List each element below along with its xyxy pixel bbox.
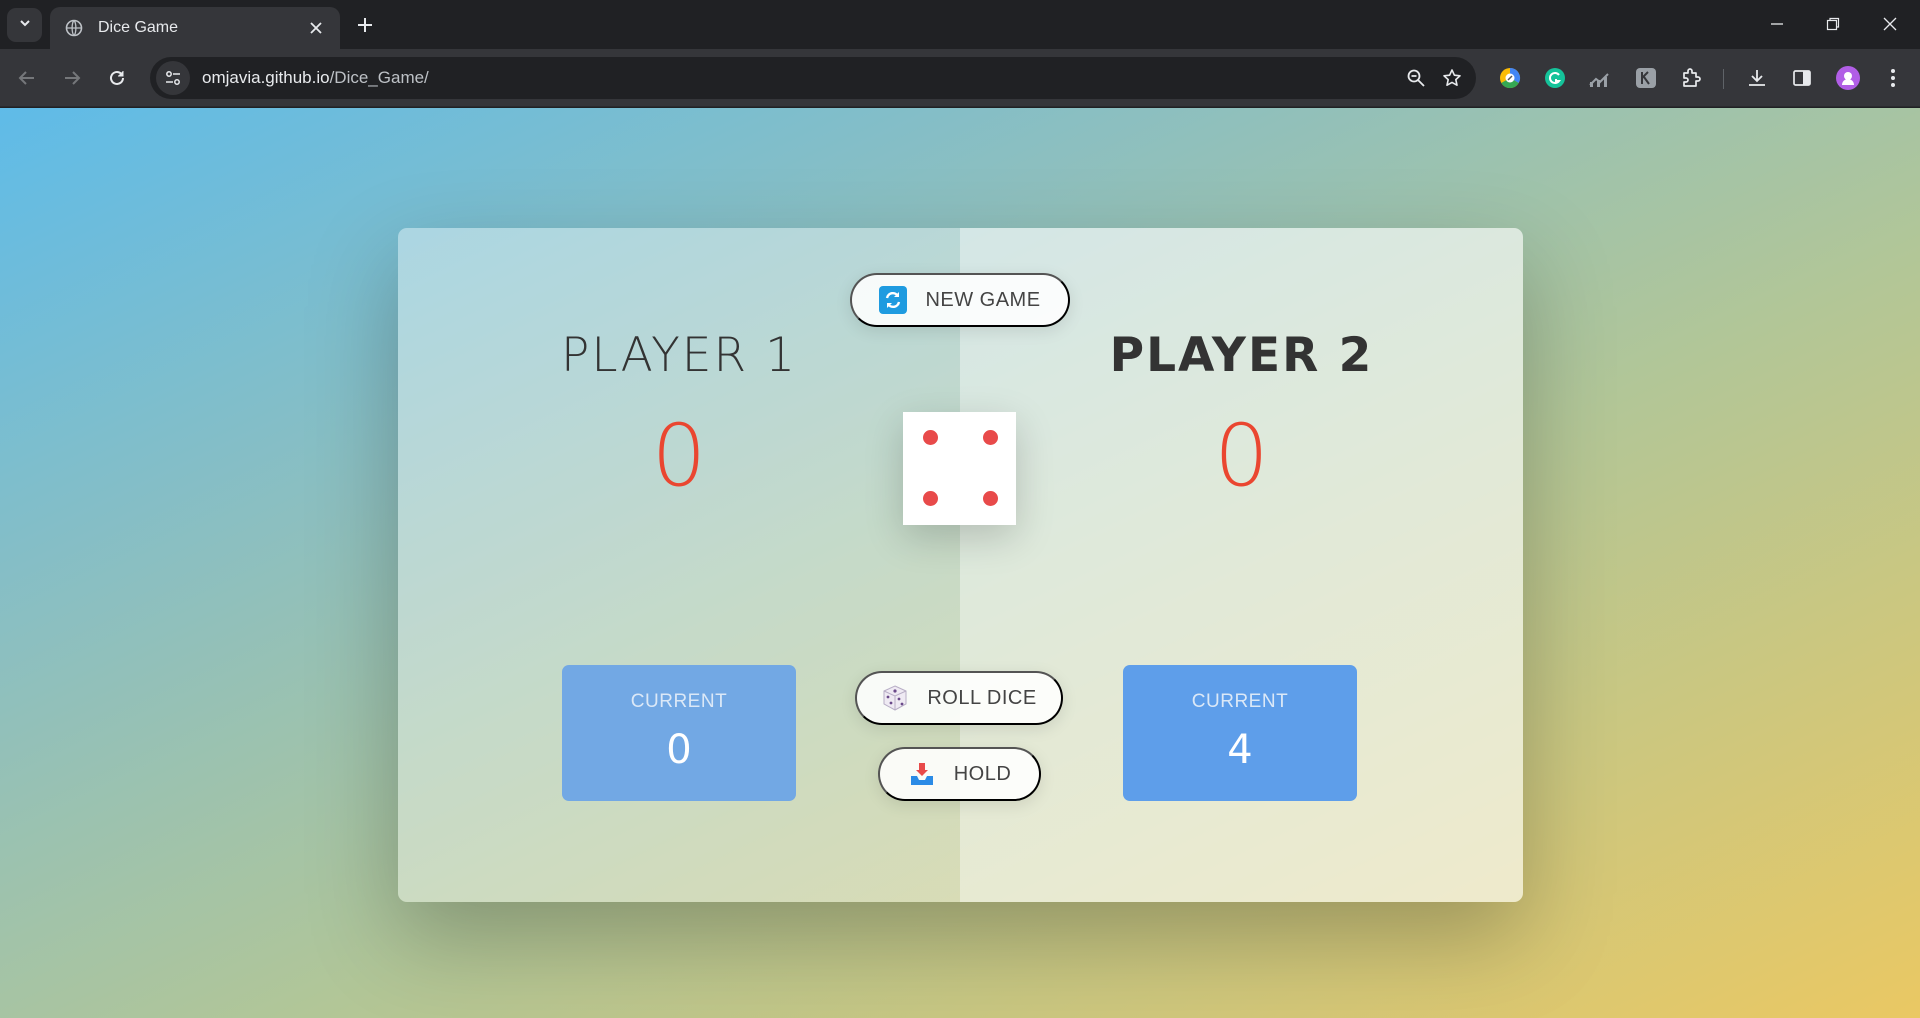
dice-pip: [983, 430, 998, 445]
zoom-icon[interactable]: [1398, 60, 1434, 96]
roll-dice-label: ROLL DICE: [927, 686, 1037, 709]
player-2-current-score: 4: [1227, 727, 1253, 773]
hold-button[interactable]: HOLD: [878, 747, 1041, 801]
roll-dice-button[interactable]: ROLL DICE: [855, 671, 1063, 725]
url-host: omjavia.github.io: [202, 68, 330, 87]
back-button[interactable]: [11, 62, 43, 94]
dice-pip: [983, 491, 998, 506]
player-2-score: 0: [1214, 406, 1269, 506]
address-bar[interactable]: omjavia.github.io/Dice_Game/: [150, 57, 1476, 99]
player-1-current-label: CURRENT: [630, 691, 728, 712]
new-game-button[interactable]: NEW GAME: [850, 273, 1070, 327]
dice-icon: [881, 684, 909, 712]
dice-pip: [923, 430, 938, 445]
restore-button[interactable]: [1810, 8, 1856, 40]
bookmark-star-icon[interactable]: [1434, 60, 1470, 96]
extension-color-icon[interactable]: [1496, 64, 1524, 92]
reload-button[interactable]: [101, 62, 133, 94]
browser-tab[interactable]: Dice Game: [50, 7, 340, 49]
menu-dots-icon[interactable]: [1879, 64, 1907, 92]
toolbar-divider: [1723, 69, 1724, 89]
dice-pip: [923, 491, 938, 506]
close-window-button[interactable]: [1867, 8, 1913, 40]
player-2-current-box: CURRENT 4: [1123, 665, 1357, 801]
tab-title: Dice Game: [98, 19, 179, 36]
url-text: omjavia.github.io/Dice_Game/: [202, 68, 1398, 88]
player-1-current-score: 0: [666, 727, 692, 773]
tab-search-button[interactable]: [7, 8, 42, 42]
player-1-current-box: CURRENT 0: [562, 665, 796, 801]
refresh-icon: [879, 286, 908, 314]
globe-icon: [64, 18, 84, 38]
new-tab-button[interactable]: [352, 12, 378, 38]
profile-avatar-icon[interactable]: [1834, 64, 1862, 92]
player-1-score: 0: [651, 406, 707, 506]
grammarly-icon[interactable]: [1541, 64, 1569, 92]
browser-toolbar: omjavia.github.io/Dice_Game/: [0, 49, 1920, 107]
player-1-panel: PLAYER 1 0 CURRENT 0: [398, 228, 960, 902]
analytics-extension-icon[interactable]: [1586, 64, 1614, 92]
chevron-down-icon: [18, 16, 32, 35]
player-1-name: PLAYER 1: [560, 328, 797, 383]
inbox-tray-icon: [908, 760, 936, 788]
extensions-puzzle-icon[interactable]: [1677, 64, 1705, 92]
minimize-button[interactable]: [1754, 8, 1800, 40]
url-path: /Dice_Game/: [329, 68, 429, 87]
player-2-panel: PLAYER 2 0 CURRENT 4: [960, 228, 1523, 902]
close-tab-icon[interactable]: [304, 16, 328, 40]
site-info-icon[interactable]: [156, 61, 190, 95]
forward-button[interactable]: [56, 62, 88, 94]
side-panel-icon[interactable]: [1788, 64, 1816, 92]
download-icon[interactable]: [1743, 64, 1771, 92]
page-background: PLAYER 1 0 CURRENT 0 PLAYER 2 0 CURRENT …: [0, 108, 1920, 1018]
tab-strip: Dice Game: [0, 0, 1920, 49]
k-extension-icon[interactable]: [1632, 64, 1660, 92]
game-board: PLAYER 1 0 CURRENT 0 PLAYER 2 0 CURRENT …: [398, 228, 1523, 902]
dice-face: [903, 412, 1016, 525]
player-2-current-label: CURRENT: [1191, 691, 1289, 712]
new-game-label: NEW GAME: [925, 288, 1041, 311]
hold-label: HOLD: [953, 762, 1012, 785]
player-2-name: PLAYER 2: [1109, 328, 1374, 383]
